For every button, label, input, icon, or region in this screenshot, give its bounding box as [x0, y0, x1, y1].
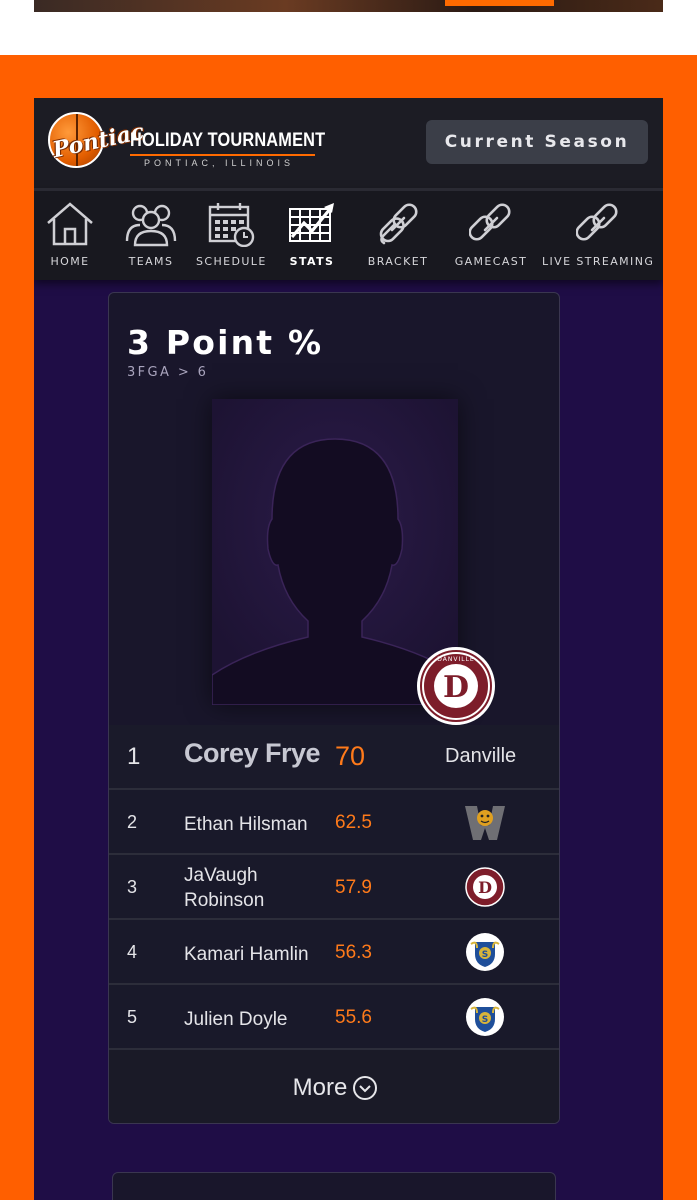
danville-school-badge: D DANVILLE [417, 647, 495, 725]
row-player-name[interactable]: Ethan Hilsman [184, 812, 308, 837]
banner-button[interactable] [445, 0, 554, 6]
logo-divider [130, 154, 315, 156]
link-icon [469, 203, 511, 241]
nav-item-schedule[interactable]: SCHEDULE [196, 201, 266, 281]
nav-label-home: HOME [50, 255, 90, 268]
users-icon [125, 204, 177, 247]
row-value: 55.6 [335, 1007, 372, 1028]
nav-item-home[interactable]: HOME [42, 201, 98, 281]
leader-value: 70 [335, 741, 366, 771]
table-row[interactable]: 4 Kamari Hamlin 56.3 S [109, 920, 559, 985]
row-player-name[interactable]: JaVaugh Robinson [184, 863, 324, 913]
leader-name[interactable]: Corey Frye [184, 740, 321, 767]
nav-label-teams: TEAMS [128, 255, 174, 268]
chevron-down-icon [353, 1075, 378, 1100]
table-row[interactable]: 3 JaVaugh Robinson 57.9 D [109, 855, 559, 920]
nav-item-bracket[interactable]: BRACKET [364, 201, 432, 281]
svg-text:S: S [482, 1015, 488, 1025]
leader-rank: 1 [127, 743, 141, 770]
nav-item-live-streaming[interactable]: LIVE STREAMING [542, 201, 654, 281]
nav-item-teams[interactable]: TEAMS [120, 201, 182, 281]
more-label: More [292, 1073, 348, 1101]
next-stat-card [112, 1172, 556, 1200]
leader-row[interactable]: 1 Corey Frye 70 Danville [109, 725, 559, 790]
stat-title: 3 Point % [127, 323, 324, 362]
row-player-name[interactable]: Julien Doyle [184, 1007, 288, 1032]
nav-label-stats: STATS [289, 255, 335, 268]
app-container: Pontiac HOLIDAY TOURNAMENT PONTIAC, ILLI… [34, 98, 663, 1200]
stat-leader-card: 3 Point % 3FGA > 6 D DANVILLE 1 Corey Fr… [108, 292, 560, 1124]
link-icon [379, 203, 418, 245]
row-value: 57.9 [335, 877, 372, 898]
row-rank: 4 [127, 942, 138, 962]
nav-label-bracket: BRACKET [367, 255, 429, 268]
current-season-button[interactable]: Current Season [426, 120, 648, 164]
more-button[interactable]: More [109, 1050, 559, 1123]
row-value: 56.3 [335, 942, 372, 963]
logo-title: HOLIDAY TOURNAMENT [130, 130, 326, 151]
danville-d-logo-icon: D DANVILLE [422, 652, 490, 720]
stat-qualifier: 3FGA > 6 [127, 365, 209, 380]
s-crest-logo-icon[interactable]: S [465, 997, 505, 1037]
svg-text:D: D [443, 670, 469, 705]
top-ad-banner[interactable] [34, 0, 663, 12]
nav-item-gamecast[interactable]: GAMECAST [454, 201, 528, 281]
row-player-name[interactable]: Kamari Hamlin [184, 942, 309, 967]
calendar-icon [208, 203, 255, 247]
row-rank: 2 [127, 812, 138, 832]
home-icon [47, 202, 93, 246]
header: Pontiac HOLIDAY TOURNAMENT PONTIAC, ILLI… [34, 98, 663, 188]
main-nav: HOME TEAMS SCHEDULE STATS BRACKET GAMECA… [34, 188, 663, 280]
svg-text:DANVILLE: DANVILLE [437, 656, 474, 663]
row-rank: 5 [127, 1007, 138, 1027]
table-row[interactable]: 5 Julien Doyle 55.6 S [109, 985, 559, 1050]
leader-team[interactable]: Danville [445, 745, 516, 768]
row-rank: 3 [127, 877, 138, 897]
logo-subtitle: PONTIAC, ILLINOIS [144, 158, 295, 168]
s-crest-logo-icon[interactable]: S [465, 932, 505, 972]
nav-item-stats[interactable]: STATS [286, 201, 338, 281]
danville-d-logo-icon[interactable]: D [465, 867, 505, 907]
nav-label-live-streaming: LIVE STREAMING [542, 255, 655, 268]
nav-label-schedule: SCHEDULE [196, 255, 267, 268]
svg-text:D: D [478, 878, 492, 897]
tiger-w-logo-icon[interactable] [465, 802, 505, 842]
svg-text:S: S [482, 950, 488, 960]
row-value: 62.5 [335, 812, 372, 833]
chart-icon [289, 203, 334, 242]
nav-label-gamecast: GAMECAST [454, 255, 528, 268]
table-row[interactable]: 2 Ethan Hilsman 62.5 [109, 790, 559, 855]
tournament-logo[interactable]: Pontiac HOLIDAY TOURNAMENT PONTIAC, ILLI… [48, 110, 325, 176]
link-icon [576, 203, 618, 241]
